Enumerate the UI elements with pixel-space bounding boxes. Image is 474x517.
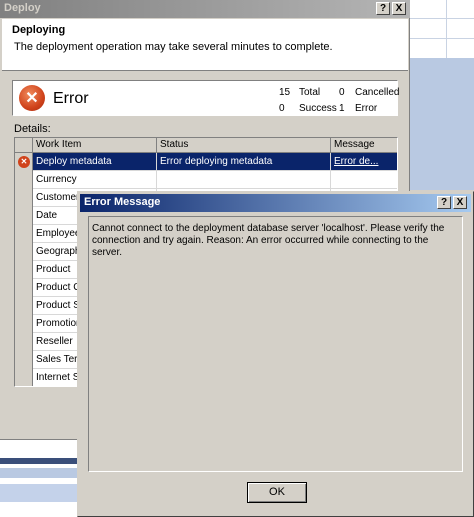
row-header[interactable] xyxy=(15,279,33,297)
ok-button[interactable]: OK xyxy=(247,482,307,503)
table-row[interactable]: Currency xyxy=(15,171,397,189)
success-label: Success xyxy=(299,103,337,114)
screen: Deploy ? X Deploying The deployment oper… xyxy=(0,0,474,517)
background-window xyxy=(0,428,80,517)
cell-status: Error deploying metadata xyxy=(157,153,331,171)
header-panel: Deploying The deployment operation may t… xyxy=(2,19,408,71)
error-icon: ✕ xyxy=(19,85,45,111)
total-label: Total xyxy=(299,87,321,98)
error-message-text[interactable]: Cannot connect to the deployment databas… xyxy=(88,216,463,472)
error-label: Error xyxy=(355,103,378,114)
row-error-icon: ✕ xyxy=(18,156,30,168)
row-header[interactable] xyxy=(15,333,33,351)
close-button[interactable]: X xyxy=(392,2,406,15)
row-header[interactable] xyxy=(15,351,33,369)
column-header-message[interactable]: Message xyxy=(331,138,397,153)
error-dialog-title: Error Message xyxy=(84,196,161,208)
cell-status xyxy=(157,171,331,189)
total-count: 15 xyxy=(279,87,291,98)
error-dialog-titlebar[interactable]: Error Message ? X xyxy=(80,194,471,212)
status-summary: ✕ Error 15 Total 0 Cancelled 0 Success 1… xyxy=(12,80,400,116)
header-title: Deploying xyxy=(12,24,66,36)
details-label: Details: xyxy=(14,123,51,135)
cancelled-label: Cancelled xyxy=(355,87,400,98)
row-header[interactable] xyxy=(15,243,33,261)
row-header[interactable] xyxy=(15,207,33,225)
error-dialog-help-button[interactable]: ? xyxy=(437,196,451,209)
help-button[interactable]: ? xyxy=(376,2,390,15)
row-header[interactable] xyxy=(15,369,33,386)
table-row[interactable]: ✕ Deploy metadata Error deploying metadata… xyxy=(15,153,397,171)
cell-work-item: Currency xyxy=(33,171,157,189)
column-header-status[interactable]: Status xyxy=(157,138,331,153)
cell-message xyxy=(331,171,397,189)
row-header-corner xyxy=(15,138,33,153)
row-header[interactable] xyxy=(15,225,33,243)
error-message-dialog: Error Message ? X Cannot connect to the … xyxy=(77,191,474,517)
row-header[interactable] xyxy=(15,261,33,279)
grid-header: Work Item Status Message xyxy=(15,138,397,153)
deploy-titlebar[interactable]: Deploy ? X xyxy=(0,0,410,18)
error-count: 1 xyxy=(339,103,345,114)
row-header[interactable]: ✕ xyxy=(15,153,33,171)
header-subtitle: The deployment operation may take severa… xyxy=(14,41,333,53)
row-header[interactable] xyxy=(15,171,33,189)
cell-work-item: Deploy metadata xyxy=(33,153,157,171)
success-count: 0 xyxy=(279,103,285,114)
row-header[interactable] xyxy=(15,297,33,315)
background-highlighted-cells xyxy=(410,58,474,190)
row-header[interactable] xyxy=(15,315,33,333)
column-header-work-item[interactable]: Work Item xyxy=(33,138,157,153)
row-header[interactable] xyxy=(15,189,33,207)
cancelled-count: 0 xyxy=(339,87,345,98)
status-label: Error xyxy=(53,90,89,107)
deploy-title: Deploy xyxy=(4,2,41,14)
error-dialog-close-button[interactable]: X xyxy=(453,196,467,209)
cell-message[interactable]: Error de... xyxy=(331,153,397,171)
